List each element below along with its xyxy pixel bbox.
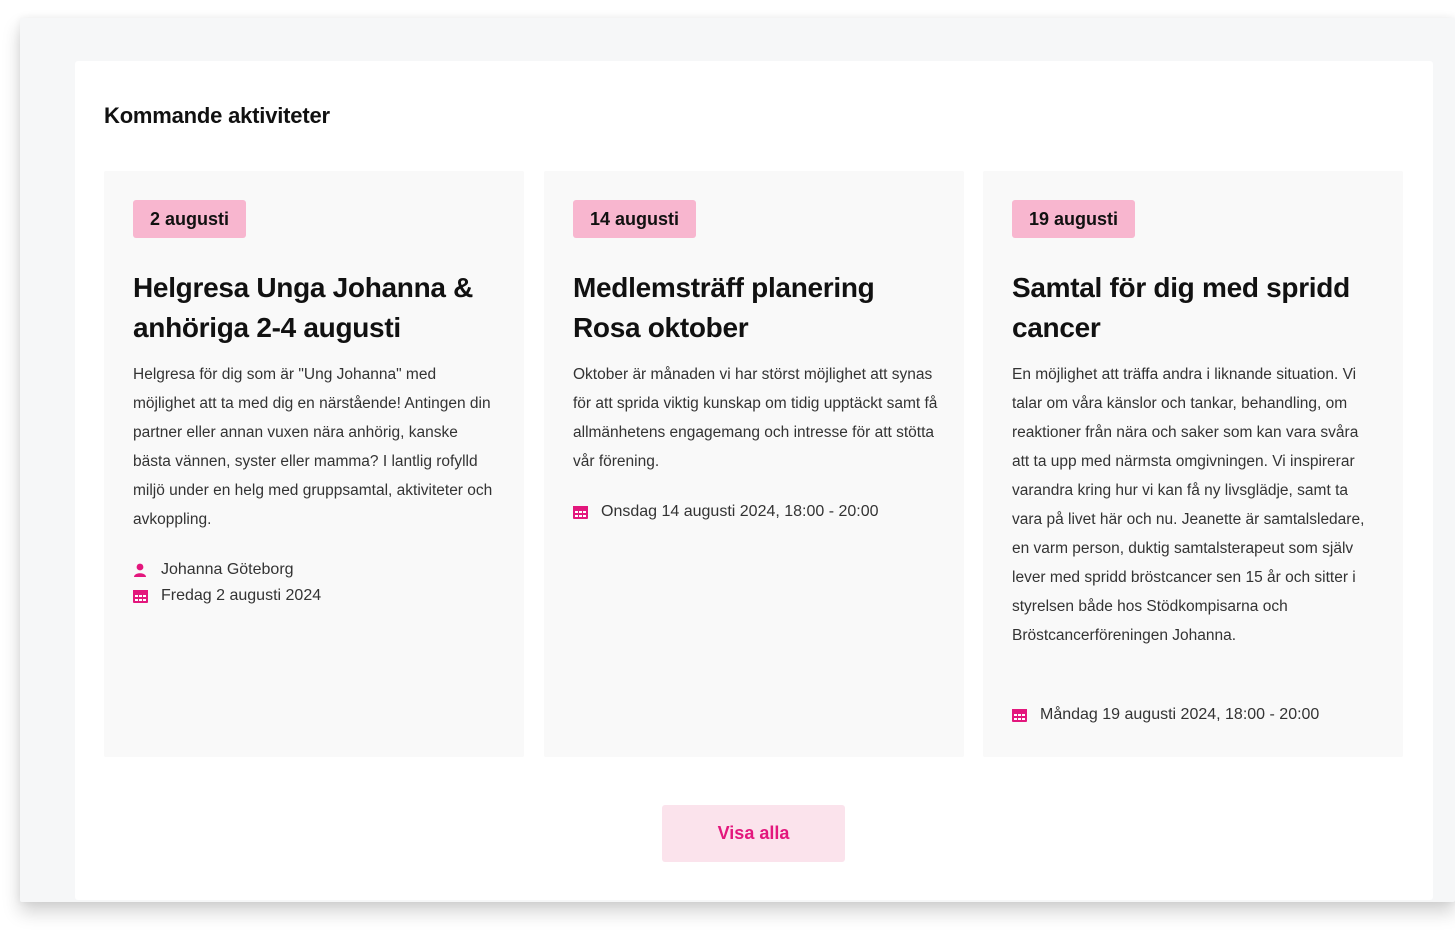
calendar-icon — [573, 505, 601, 519]
activity-meta: Onsdag 14 augusti 2024, 18:00 - 20:00 — [573, 499, 879, 525]
activities-panel: Kommande aktiviteter 2 augusti Helgresa … — [75, 61, 1433, 900]
organizer-row: Johanna Göteborg — [133, 557, 321, 583]
activity-description: En möjlighet att träffa andra i liknande… — [1012, 366, 1365, 644]
activity-title[interactable]: Medlemsträff planering Rosa oktober — [573, 268, 943, 348]
date-badge: 14 augusti — [573, 200, 697, 238]
activity-date: Måndag 19 augusti 2024, 18:00 - 20:00 — [1040, 706, 1320, 723]
date-row: Fredag 2 augusti 2024 — [133, 583, 321, 609]
calendar-icon — [133, 589, 161, 603]
activity-card[interactable]: 2 augusti Helgresa Unga Johanna & anhöri… — [104, 171, 524, 757]
date-row: Onsdag 14 augusti 2024, 18:00 - 20:00 — [573, 499, 879, 525]
date-badge: 2 augusti — [133, 200, 247, 238]
date-badge: 19 augusti — [1012, 200, 1136, 238]
organizer-name: Johanna Göteborg — [161, 561, 294, 578]
activity-card[interactable]: 19 augusti Samtal för dig med spridd can… — [983, 171, 1403, 757]
activity-date: Fredag 2 augusti 2024 — [161, 587, 322, 604]
activity-card[interactable]: 14 augusti Medlemsträff planering Rosa o… — [544, 171, 964, 757]
show-all-button[interactable]: Visa alla — [662, 805, 845, 862]
activity-meta: Måndag 19 augusti 2024, 18:00 - 20:00 — [1012, 702, 1319, 728]
activity-date: Onsdag 14 augusti 2024, 18:00 - 20:00 — [601, 503, 879, 520]
section-title: Kommande aktiviteter — [104, 103, 330, 128]
activity-title[interactable]: Samtal för dig med spridd cancer — [1012, 268, 1382, 348]
person-icon — [133, 563, 161, 577]
date-row: Måndag 19 augusti 2024, 18:00 - 20:00 — [1012, 702, 1319, 728]
browser-window: Kommande aktiviteter 2 augusti Helgresa … — [20, 18, 1455, 902]
activity-description: Helgresa för dig som är "Ung Johanna" me… — [133, 366, 493, 528]
calendar-icon — [1012, 708, 1040, 722]
activity-title[interactable]: Helgresa Unga Johanna & anhöriga 2-4 aug… — [133, 268, 503, 348]
activity-meta: Johanna Göteborg Fredag 2 augusti 2024 — [133, 557, 321, 609]
activity-description: Oktober är månaden vi har störst möjligh… — [573, 366, 938, 470]
